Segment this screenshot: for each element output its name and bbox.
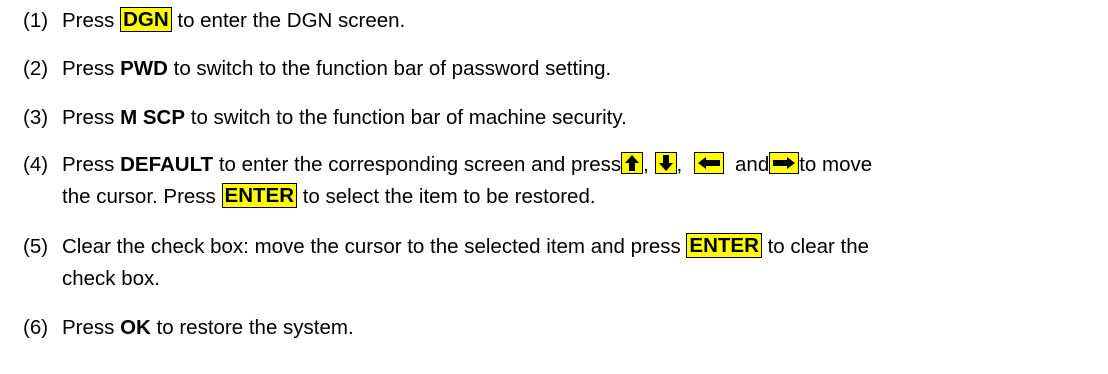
step-text: Clear the check box: move the cursor to … [62, 235, 687, 258]
arrow-down-key-icon [654, 152, 677, 174]
step-6: (6) Press OK to restore the system. [23, 311, 354, 345]
soft-key-ok: OK [120, 316, 151, 339]
step-3: (3) Press M SCP to switch to the function… [23, 101, 627, 135]
step-5: (5) Clear the check box: move the cursor … [23, 230, 869, 264]
step-text: Press [62, 316, 121, 339]
step-text: to switch to the function bar of passwor… [167, 57, 612, 80]
step-text: the cursor. Press [62, 185, 222, 208]
separator: , [676, 153, 683, 176]
arrow-right-key-icon [769, 152, 800, 174]
procedure-steps: (1) Press DGN to enter the DGN screen. (2… [0, 0, 1108, 374]
step-number: (4) [23, 153, 49, 176]
step-text: to move [799, 153, 873, 176]
step-number: (6) [23, 316, 49, 339]
step-text: Press [62, 9, 121, 32]
step-text: Press [62, 57, 121, 80]
step-text: Press [62, 106, 121, 129]
step-text: to enter the corresponding screen and pr… [213, 153, 622, 176]
step-number: (5) [23, 235, 49, 258]
step-text: Press [62, 153, 121, 176]
soft-key-default: DEFAULT [120, 153, 214, 176]
separator: , [643, 153, 649, 176]
step-text: to clear the [761, 235, 870, 258]
arrow-left-key-icon [693, 152, 724, 174]
step-number: (1) [23, 9, 49, 32]
step-number: (2) [23, 57, 49, 80]
step-text: to select the item to be restored. [297, 185, 596, 208]
step-2: (2) Press PWD to switch to the function b… [23, 52, 611, 86]
key-dgn: DGN [120, 7, 172, 32]
step-1: (1) Press DGN to enter the DGN screen. [23, 4, 405, 38]
step-text: check box. [62, 267, 160, 290]
step-4-continuation: the cursor. Press ENTER to select the it… [62, 180, 596, 214]
step-text: to switch to the function bar of machine… [185, 106, 627, 129]
soft-key-m-scp: M SCP [120, 106, 186, 129]
soft-key-pwd: PWD [120, 57, 168, 80]
and-text: and [735, 153, 770, 176]
step-text: to enter the DGN screen. [171, 9, 406, 32]
step-4: (4) Press DEFAULT to enter the correspond… [23, 148, 872, 182]
step-text: to restore the system. [150, 316, 354, 339]
key-enter: ENTER [686, 233, 762, 258]
step-number: (3) [23, 106, 49, 129]
step-5-continuation: check box. [62, 262, 160, 296]
key-enter: ENTER [221, 183, 297, 208]
arrow-up-key-icon [621, 152, 644, 174]
